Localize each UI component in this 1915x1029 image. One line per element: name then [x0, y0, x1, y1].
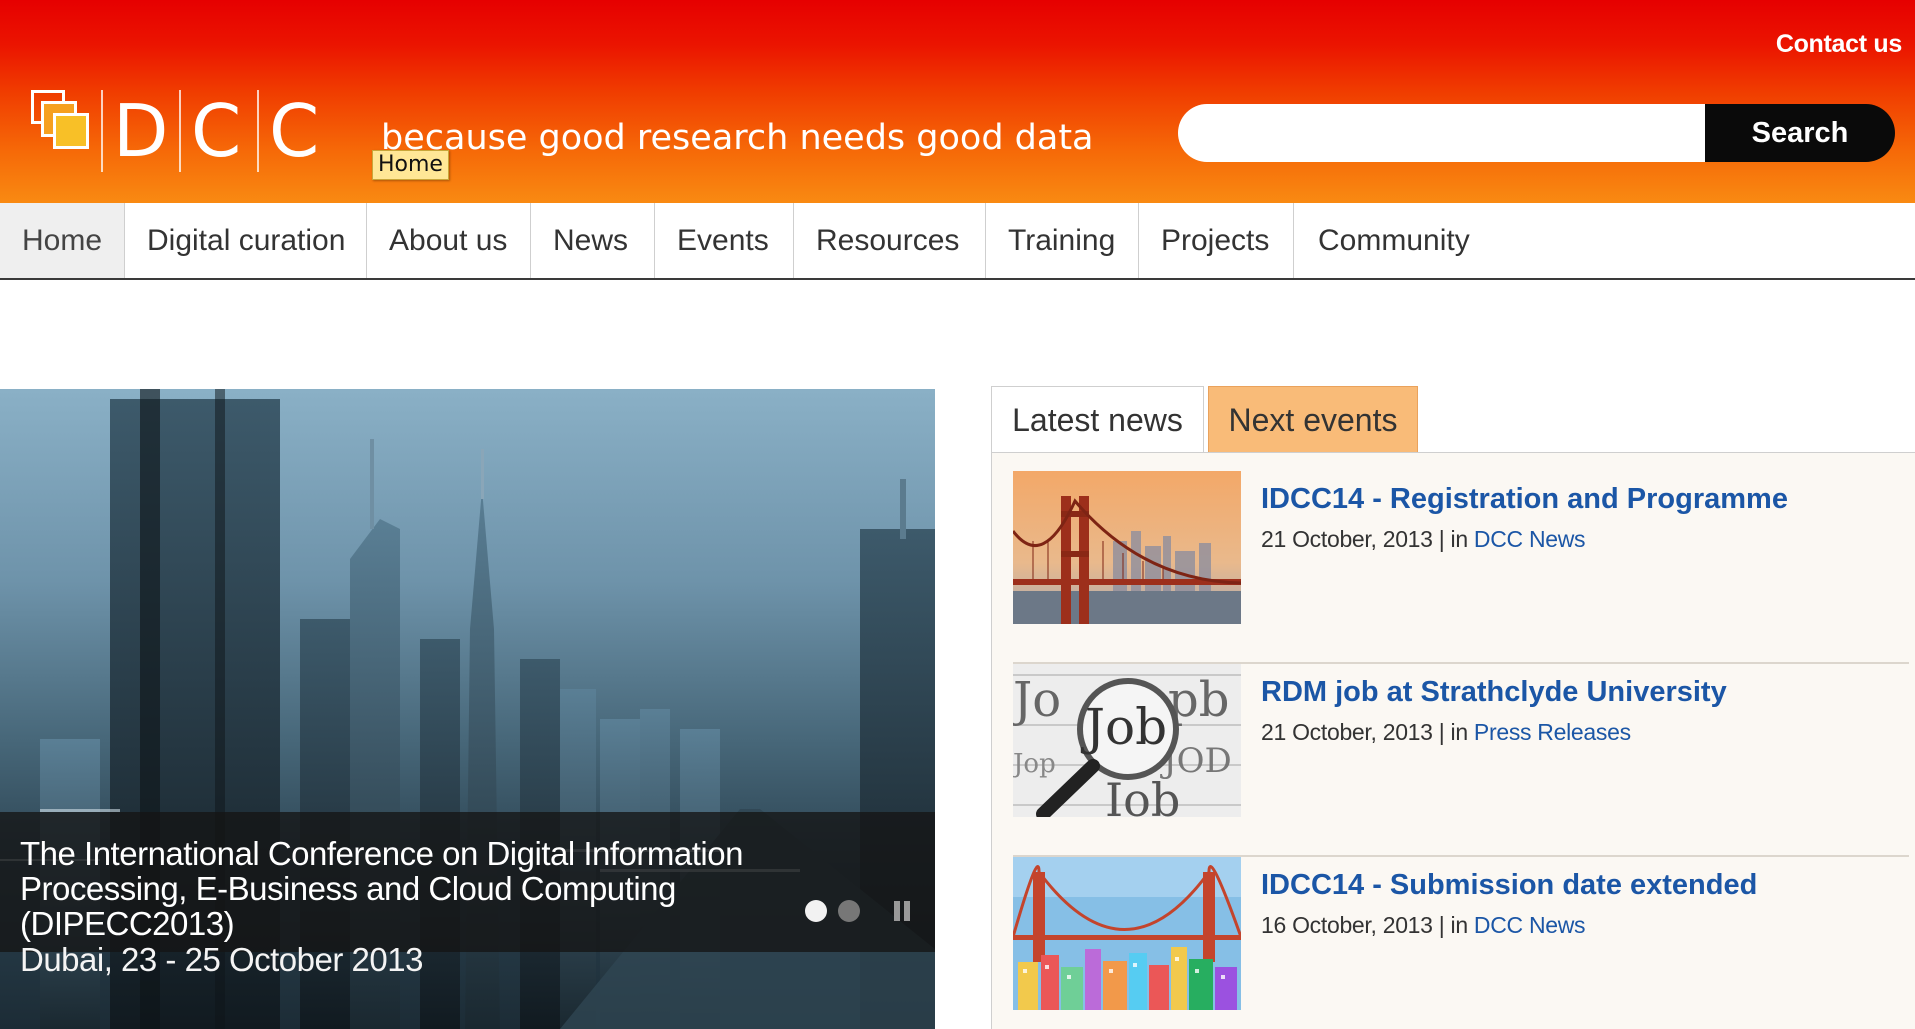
news-title-link[interactable]: RDM job at Strathclyde University — [1261, 676, 1727, 709]
news-category-link[interactable]: DCC News — [1474, 526, 1586, 552]
nav-home[interactable]: Home — [0, 203, 125, 278]
thumb-word: Jop — [1013, 749, 1056, 779]
news-category-link[interactable]: DCC News — [1474, 912, 1586, 938]
contact-us-link[interactable]: Contact us — [1776, 30, 1902, 59]
nav-digital-curation[interactable]: Digital curation — [125, 203, 367, 278]
news-title-link[interactable]: IDCC14 - Registration and Programme — [1261, 483, 1788, 516]
news-date: 16 October, 2013 | in — [1261, 912, 1474, 938]
news-item: IDCC14 - Submission date extended 16 Oct… — [1013, 857, 1913, 1029]
nav-community[interactable]: Community — [1294, 203, 1494, 278]
logo-divider — [101, 90, 103, 172]
page: Contact us D C C because good research n… — [0, 0, 1915, 1029]
site-tagline: because good research needs good data — [381, 118, 1094, 158]
nav-events[interactable]: Events — [655, 203, 794, 278]
nav-news[interactable]: News — [531, 203, 655, 278]
news-thumbnail[interactable] — [1013, 471, 1241, 624]
logo-letter-c: C — [191, 89, 242, 173]
tab-next-events[interactable]: Next events — [1208, 386, 1418, 453]
logo-letter-d: D — [113, 89, 169, 173]
thumb-word: Iob — [1105, 773, 1180, 817]
news-item: Jo pb Jop JOD Iob Job RDM job at Strathc… — [1013, 664, 1913, 857]
news-item: IDCC14 - Registration and Programme 21 O… — [1013, 471, 1913, 664]
main-nav: Home Digital curation About us News Even… — [0, 203, 1915, 280]
news-thumbnail[interactable] — [1013, 857, 1241, 1010]
news-meta: 16 October, 2013 | in DCC News — [1261, 912, 1586, 939]
tab-latest-news[interactable]: Latest news — [991, 386, 1204, 453]
slideshow[interactable]: The International Conference on Digital … — [0, 389, 935, 1029]
news-meta: 21 October, 2013 | in Press Releases — [1261, 719, 1631, 746]
slide-caption: The International Conference on Digital … — [0, 812, 935, 978]
news-date: 21 October, 2013 | in — [1261, 719, 1474, 745]
news-category-link[interactable]: Press Releases — [1474, 719, 1631, 745]
news-list: IDCC14 - Registration and Programme 21 O… — [991, 452, 1915, 1029]
news-date: 21 October, 2013 | in — [1261, 526, 1474, 552]
logo-divider — [257, 90, 259, 172]
news-thumbnail[interactable]: Jo pb Jop JOD Iob Job — [1013, 664, 1241, 817]
nav-training[interactable]: Training — [986, 203, 1139, 278]
search-button[interactable]: Search — [1705, 104, 1895, 162]
nav-resources[interactable]: Resources — [794, 203, 986, 278]
nav-about-us[interactable]: About us — [367, 203, 531, 278]
slide-caption-title[interactable]: The International Conference on Digital … — [20, 836, 820, 941]
logo-letter-c: C — [269, 89, 320, 173]
pause-icon[interactable] — [891, 901, 913, 923]
news-meta: 21 October, 2013 | in DCC News — [1261, 526, 1586, 553]
logo-divider — [179, 90, 181, 172]
thumb-word: Jo — [1013, 672, 1061, 728]
nav-projects[interactable]: Projects — [1139, 203, 1294, 278]
home-tooltip: Home — [372, 150, 449, 180]
slide-caption-subtitle: Dubai, 23 - 25 October 2013 — [20, 941, 423, 978]
logo-square-front — [53, 113, 89, 149]
news-title-link[interactable]: IDCC14 - Submission date extended — [1261, 869, 1757, 902]
thumb-word: Job — [1080, 698, 1167, 756]
search-input[interactable] — [1178, 104, 1708, 162]
slide-dot[interactable] — [838, 900, 860, 922]
site-header: Contact us D C C because good research n… — [0, 0, 1915, 203]
slide-dot-active[interactable] — [805, 900, 827, 922]
dcc-logo[interactable]: D C C — [31, 90, 343, 176]
